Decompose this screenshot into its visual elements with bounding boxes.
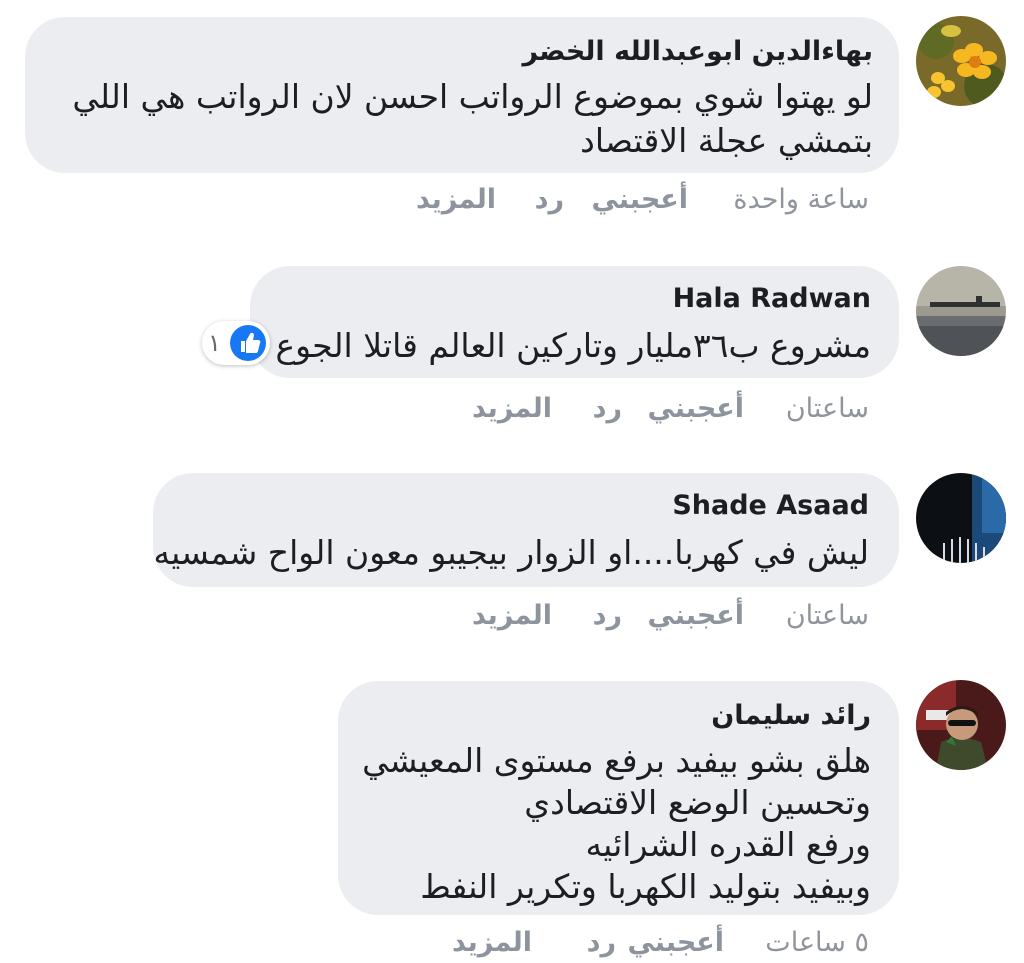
comment-actions: ساعتان أعجبني رد المزيد (0, 389, 1024, 429)
comment-text: ورفع القدره الشرائيه (585, 825, 871, 864)
comment-text: مشروع ب٣٦مليار وتاركين العالم قاتلا الجو… (275, 326, 871, 365)
more-button[interactable]: المزيد (452, 923, 532, 963)
comment-timestamp[interactable]: ساعتان (786, 389, 869, 429)
comment-timestamp[interactable]: ساعتان (786, 596, 869, 636)
comment-timestamp[interactable]: ٥ ساعات (765, 923, 869, 963)
sea-pier-avatar-icon (916, 266, 1006, 356)
comment-author[interactable]: رائد سليمان (711, 699, 871, 733)
comment-author[interactable]: Hala Radwan (673, 282, 871, 316)
reply-button[interactable]: رد (535, 180, 564, 220)
avatar[interactable] (916, 473, 1006, 563)
comment-bubble: بهاءالدين ابوعبدالله الخضر لو يهتوا شوي … (25, 17, 899, 173)
like-reaction-icon (230, 325, 266, 361)
more-button[interactable]: المزيد (472, 596, 552, 636)
avatar[interactable] (916, 680, 1006, 770)
like-button[interactable]: أعجبني (591, 180, 688, 220)
comment-text: ليش في كهربا....او الزوار بيجيبو معون ال… (153, 533, 869, 572)
dark-abstract-avatar-icon (916, 473, 1006, 563)
avatar[interactable] (916, 266, 1006, 356)
like-button[interactable]: أعجبني (627, 923, 724, 963)
comment-actions: ساعة واحدة أعجبني رد المزيد (0, 180, 1024, 220)
comment-text: هلق بشو بيفيد برفع مستوى المعيشي (362, 741, 871, 780)
comment-text: وتحسين الوضع الاقتصادي (524, 783, 871, 822)
comment-actions: ساعتان أعجبني رد المزيد (0, 596, 1024, 636)
comment-text: لو يهتوا شوي بموضوع الرواتب احسن لان الر… (72, 77, 873, 116)
comment-timestamp[interactable]: ساعة واحدة (733, 180, 869, 220)
comment-bubble: رائد سليمان هلق بشو بيفيد برفع مستوى الم… (338, 681, 899, 915)
reply-button[interactable]: رد (593, 389, 622, 429)
comment-text: بتمشي عجلة الاقتصاد (580, 121, 873, 160)
comment-author[interactable]: بهاءالدين ابوعبدالله الخضر (522, 35, 873, 69)
avatar[interactable] (916, 16, 1006, 106)
reaction-badge[interactable]: ١ (202, 321, 270, 365)
reaction-count: ١ (208, 329, 221, 357)
flower-avatar-icon (916, 16, 1006, 106)
reply-button[interactable]: رد (587, 923, 616, 963)
reply-button[interactable]: رد (593, 596, 622, 636)
like-button[interactable]: أعجبني (647, 389, 744, 429)
man-sunglasses-avatar-icon (916, 680, 1006, 770)
like-button[interactable]: أعجبني (647, 596, 744, 636)
comment-author[interactable]: Shade Asaad (672, 489, 869, 523)
comment-text: وبيفيد بتوليد الكهربا وتكرير النفط (420, 867, 871, 906)
comment-actions: ٥ ساعات أعجبني رد المزيد (0, 923, 1024, 963)
more-button[interactable]: المزيد (472, 389, 552, 429)
comment-bubble: Hala Radwan مشروع ب٣٦مليار وتاركين العال… (250, 266, 899, 378)
comment-bubble: Shade Asaad ليش في كهربا....او الزوار بي… (153, 473, 899, 587)
more-button[interactable]: المزيد (416, 180, 496, 220)
